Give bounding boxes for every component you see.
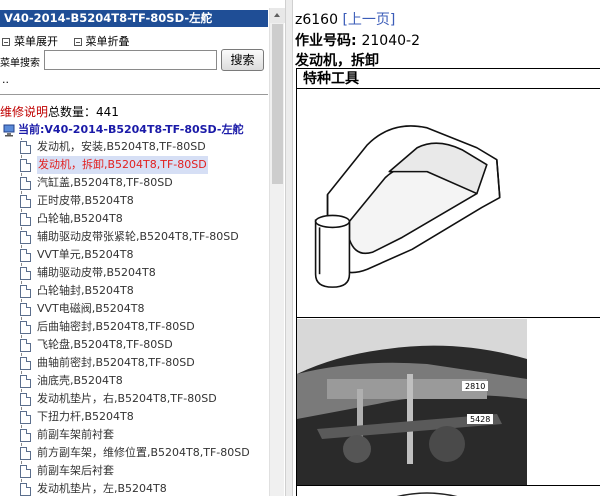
left-panel: V40-2014-B5204T8-TF-80SD-左舵 菜单展开 菜单折叠 菜单… — [0, 0, 285, 496]
tree-item[interactable]: 正时皮带,B5204T8 — [0, 192, 268, 210]
tree-item-label[interactable]: 飞轮盘,B5204T8,TF-80SD — [37, 336, 173, 354]
document-icon — [20, 393, 31, 406]
ellipsis-text: .. — [2, 73, 9, 86]
document-icon — [20, 141, 31, 154]
menu-collapse-link[interactable]: 菜单折叠 — [86, 35, 130, 48]
tree-item-label[interactable]: 正时皮带,B5204T8 — [37, 192, 134, 210]
model-title-bar: V40-2014-B5204T8-TF-80SD-左舵 — [0, 10, 268, 27]
document-icon — [20, 411, 31, 424]
tree-item-label[interactable]: 发动机垫片，右,B5204T8,TF-80SD — [37, 390, 217, 408]
expand-icon[interactable] — [2, 38, 10, 46]
job-number-row: 作业号码: 21040-2 — [295, 30, 420, 50]
total-label: 维修说明 — [0, 105, 49, 119]
document-icon — [20, 357, 31, 370]
tree-item-label[interactable]: 下扭力杆,B5204T8 — [37, 408, 134, 426]
document-icon — [20, 321, 31, 334]
tool-number-5428: 5428 — [470, 415, 490, 424]
tree-item-label[interactable]: 发动机，拆卸,B5204T8,TF-80SD — [37, 156, 208, 174]
tree-item[interactable]: 发动机，拆卸,B5204T8,TF-80SD — [0, 156, 268, 174]
tree-item-label[interactable]: 油底壳,B5204T8 — [37, 372, 123, 390]
tree-item-label[interactable]: VVT单元,B5204T8 — [37, 246, 134, 264]
current-node-label: 当前:V40-2014-B5204T8-TF-80SD-左舵 — [18, 123, 244, 136]
document-icon — [20, 447, 31, 460]
tool-number-2810: 2810 — [465, 382, 485, 391]
tool-drawing-image — [297, 125, 600, 318]
menu-expand-link[interactable]: 菜单展开 — [14, 35, 58, 48]
tree-item[interactable]: VVT电磁阀,B5204T8 — [0, 300, 268, 318]
total-count: 维修说明总数量：441 — [0, 103, 119, 120]
document-icon — [20, 429, 31, 442]
tree-item-label[interactable]: 前副车架前衬套 — [37, 426, 114, 444]
tree-item[interactable]: 油底壳,B5204T8 — [0, 372, 268, 390]
tree-item[interactable]: 发动机，安装,B5204T8,TF-80SD — [0, 138, 268, 156]
prev-page-link[interactable]: [上一页] — [342, 12, 395, 28]
document-icon — [20, 177, 31, 190]
procedure-heading: 发动机，拆卸 — [295, 53, 379, 69]
document-icon — [20, 267, 31, 280]
scroll-up-arrow-icon[interactable] — [270, 8, 285, 23]
search-button[interactable]: 搜索 — [221, 49, 264, 71]
job-number: 21040-2 — [361, 33, 420, 49]
menu-toggle-row: 菜单展开 菜单折叠 — [2, 33, 142, 49]
computer-icon — [3, 124, 15, 136]
tree-item[interactable]: 前副车架后衬套 — [0, 462, 268, 480]
document-icon — [20, 159, 31, 172]
document-icon — [20, 285, 31, 298]
search-row: 菜单搜索 搜索 — [0, 49, 268, 71]
document-icon — [20, 213, 31, 226]
tree-item-label[interactable]: 发动机垫片，左,B5204T8 — [37, 480, 167, 496]
tree-item[interactable]: 前副车架前衬套 — [0, 426, 268, 444]
special-tools-heading: 特种工具 — [297, 69, 600, 89]
tree-item-label[interactable]: 辅助驱动皮带,B5204T8 — [37, 264, 156, 282]
tree-item[interactable]: 凸轮轴封,B5204T8 — [0, 282, 268, 300]
tree-list: 发动机，安装,B5204T8,TF-80SD 发动机，拆卸,B5204T8,TF-… — [0, 138, 268, 496]
tree-item-label[interactable]: 发动机，安装,B5204T8,TF-80SD — [37, 138, 206, 156]
job-label: 作业号码: — [295, 33, 357, 49]
vertical-scrollbar[interactable] — [269, 8, 285, 496]
doc-id: z6160 — [295, 12, 338, 28]
document-icon — [20, 231, 31, 244]
document-icon — [20, 339, 31, 352]
tree-item-label[interactable]: VVT电磁阀,B5204T8 — [37, 300, 145, 318]
tree-item-label[interactable]: 前方副车架，维修位置,B5204T8,TF-80SD — [37, 444, 250, 462]
special-tools-table: 特种工具 2810 5428 — [296, 68, 600, 496]
tree-item[interactable]: 发动机垫片，左,B5204T8 — [0, 480, 268, 496]
tree-item-label[interactable]: 前副车架后衬套 — [37, 462, 114, 480]
document-icon — [20, 303, 31, 316]
right-panel: z6160 [上一页] 作业号码: 21040-2 发动机，拆卸 特种工具 28… — [293, 0, 600, 496]
tree-item-label[interactable]: 后曲轴密封,B5204T8,TF-80SD — [37, 318, 195, 336]
tree-item-label[interactable]: 辅助驱动皮带张紧轮,B5204T8,TF-80SD — [37, 228, 239, 246]
collapse-icon[interactable] — [73, 38, 82, 46]
search-input[interactable] — [44, 50, 217, 70]
tree-item[interactable]: 发动机垫片，右,B5204T8,TF-80SD — [0, 390, 268, 408]
tree-item-label[interactable]: 凸轮轴,B5204T8 — [37, 210, 123, 228]
document-icon — [20, 249, 31, 262]
tree-item[interactable]: VVT单元,B5204T8 — [0, 246, 268, 264]
engine-photo-image: 2810 5428 — [297, 319, 527, 485]
tree-item[interactable]: 辅助驱动皮带张紧轮,B5204T8,TF-80SD — [0, 228, 268, 246]
next-tool-image — [396, 492, 458, 496]
document-icon — [20, 483, 31, 496]
tree-item-label[interactable]: 凸轮轴封,B5204T8 — [37, 282, 134, 300]
divider-line — [0, 94, 268, 95]
tree-item[interactable]: 辅助驱动皮带,B5204T8 — [0, 264, 268, 282]
document-icon — [20, 465, 31, 478]
tree-item[interactable]: 后曲轴密封,B5204T8,TF-80SD — [0, 318, 268, 336]
tree-item[interactable]: 曲轴前密封,B5204T8,TF-80SD — [0, 354, 268, 372]
tree-item[interactable]: 下扭力杆,B5204T8 — [0, 408, 268, 426]
tree-item[interactable]: 前方副车架，维修位置,B5204T8,TF-80SD — [0, 444, 268, 462]
scroll-thumb[interactable] — [272, 24, 283, 184]
tree-item[interactable]: 飞轮盘,B5204T8,TF-80SD — [0, 336, 268, 354]
total-value: 总数量：441 — [48, 105, 119, 119]
tree-item-label[interactable]: 曲轴前密封,B5204T8,TF-80SD — [37, 354, 195, 372]
doc-header: z6160 [上一页] — [295, 9, 395, 29]
document-icon — [20, 375, 31, 388]
document-icon — [20, 195, 31, 208]
search-label: 菜单搜索 — [0, 58, 40, 69]
tree-item[interactable]: 汽缸盖,B5204T8,TF-80SD — [0, 174, 268, 192]
tree-item[interactable]: 凸轮轴,B5204T8 — [0, 210, 268, 228]
panel-splitter[interactable] — [285, 0, 293, 496]
current-node[interactable]: 当前:V40-2014-B5204T8-TF-80SD-左舵 — [3, 121, 243, 137]
tree-item-label[interactable]: 汽缸盖,B5204T8,TF-80SD — [37, 174, 173, 192]
